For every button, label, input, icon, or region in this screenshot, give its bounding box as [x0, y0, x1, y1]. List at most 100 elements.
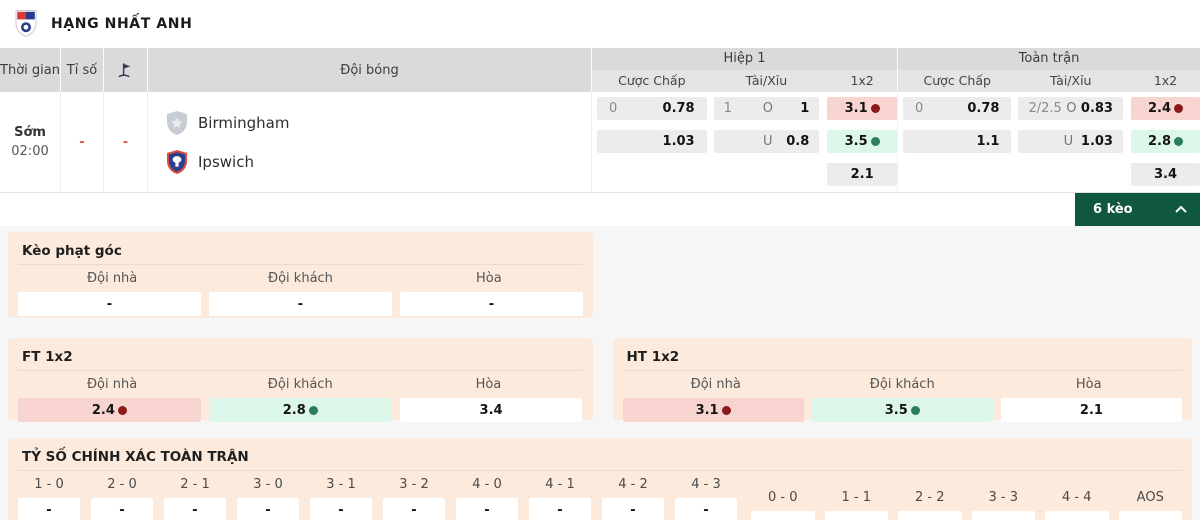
ht-away-header: Đội khách: [869, 377, 935, 392]
score-odds-4-2[interactable]: -: [602, 498, 664, 520]
score-odds-4-0[interactable]: -: [456, 498, 518, 520]
score-odds-4-3[interactable]: -: [675, 498, 737, 520]
score-odds-2-1[interactable]: -: [164, 498, 226, 520]
score-odds-1-0[interactable]: -: [18, 498, 80, 520]
ht-section-home-odds[interactable]: 3.1: [622, 398, 804, 422]
ft-section-draw-odds[interactable]: 3.4: [399, 398, 583, 422]
ft-over-odds[interactable]: 2/2.5 O 0.83: [1018, 97, 1123, 120]
corner-home-odds[interactable]: -: [18, 292, 201, 316]
corner-flag-icon: [104, 48, 148, 92]
ht-section-away-price: 3.5: [884, 402, 908, 418]
ft-1x2-away-price: 2.8: [1147, 134, 1171, 149]
expand-strip: 6 kèo: [0, 193, 1200, 226]
home-dot-icon: [721, 405, 731, 415]
score-label: 4 - 0: [472, 477, 502, 492]
match-row: Sớm 02:00 - - Birmingham Ipswich 0 0.78 …: [0, 92, 1200, 193]
score-odds-3-2[interactable]: -: [383, 498, 445, 520]
score-label: 4 - 2: [618, 477, 648, 492]
score-odds-3-1[interactable]: -: [310, 498, 372, 520]
ft-under-odds[interactable]: U 1.03: [1018, 130, 1123, 153]
ft-handicap-odds-1[interactable]: 0 0.78: [903, 97, 1012, 120]
ht-home-header: Đội nhà: [690, 377, 741, 392]
score-odds-2-2[interactable]: -: [898, 511, 962, 520]
h1-over-odds[interactable]: 1 O 1: [713, 97, 820, 120]
ft-handicap-price-1: 0.78: [967, 101, 1000, 116]
away-team-row[interactable]: Ipswich: [166, 149, 289, 175]
h1-1x2-draw-odds[interactable]: 2.1: [827, 163, 897, 186]
corner-away-odds[interactable]: -: [209, 292, 392, 316]
score-label: 4 - 3: [691, 477, 721, 492]
h1-1x2-home-price: 3.1: [844, 101, 868, 116]
home-dot-icon: [870, 104, 880, 113]
ft-handicap-line-1: 0: [915, 101, 924, 116]
h1-1x2-home-odds[interactable]: 3.1: [827, 97, 897, 120]
ft-1x2-home-price: 2.4: [1147, 101, 1171, 116]
h1-under-odds[interactable]: U 0.8: [713, 130, 820, 153]
ft-1x2-home-odds[interactable]: 2.4: [1130, 97, 1200, 120]
ft-section-home-price: 2.4: [91, 402, 115, 418]
score-odds-3-3[interactable]: -: [971, 511, 1035, 520]
first-half-odds: 0 0.78 1.03 1 O 1 U 0.8 3.1 3.5 2.1: [592, 92, 897, 192]
score-odds-1-1[interactable]: -: [824, 511, 888, 520]
expand-odds-label: 6 kèo: [1093, 202, 1133, 217]
away-dot-icon: [870, 137, 880, 146]
ft-section-away-odds[interactable]: 2.8: [208, 398, 392, 422]
ft-under-price: 1.03: [1080, 134, 1113, 149]
score-label: AOS: [1136, 490, 1164, 505]
away-team-logo-icon: [166, 149, 188, 175]
subcol-1x2: 1x2: [850, 73, 874, 88]
score-label: 1 - 1: [841, 490, 872, 505]
ft-home-header: Đội nhà: [86, 377, 138, 392]
ht-section-home-price: 3.1: [695, 402, 719, 418]
expand-odds-button[interactable]: 6 kèo: [1075, 193, 1200, 226]
score-label: 3 - 2: [399, 477, 429, 492]
col-header-time: Thời gian: [0, 48, 61, 92]
corner-draw-odds[interactable]: -: [400, 292, 583, 316]
ft-handicap-odds-2[interactable]: 1.1: [903, 130, 1012, 153]
ft-section-home-odds[interactable]: 2.4: [18, 398, 201, 422]
h1-over-price: 1: [800, 101, 810, 116]
h1-handicap-odds-1[interactable]: 0 0.78: [597, 97, 707, 120]
ht-section-draw-odds[interactable]: 2.1: [1000, 398, 1183, 422]
ft-1x2-draw-price: 3.4: [1153, 167, 1177, 182]
away-dot-icon: [1174, 137, 1183, 146]
ft-under-label: U: [1063, 134, 1074, 149]
subcol-handicap: Cược Chấp: [618, 73, 686, 88]
away-dot-icon: [910, 405, 920, 415]
odds-table-header: Thời gian Tỉ số Đội bóng Hiệp 1 Cược Chấ…: [0, 48, 1200, 92]
score-label: 1 - 0: [34, 477, 64, 492]
h1-handicap-price-2: 1.03: [662, 134, 695, 149]
corner-odds-title: Kèo phạt góc: [18, 242, 583, 265]
score-odds-4-4[interactable]: -: [1045, 511, 1109, 520]
h1-over-label: O: [762, 101, 773, 116]
col-header-score: Tỉ số: [61, 48, 104, 92]
h1-1x2-draw-price: 2.1: [850, 167, 874, 182]
home-team-row[interactable]: Birmingham: [166, 110, 289, 136]
score-odds-3-0[interactable]: -: [237, 498, 299, 520]
ft-section-away-price: 2.8: [282, 402, 306, 418]
correct-score-title: TỶ SỐ CHÍNH XÁC TOÀN TRẬN: [18, 448, 1182, 471]
corner-draw-header: Hòa: [475, 271, 502, 286]
league-header: HẠNG NHẤT ANH: [0, 0, 1200, 48]
ft-away-header: Đội khách: [267, 377, 333, 392]
score-odds-aos[interactable]: -: [1118, 511, 1182, 520]
h1-handicap-line-1: 0: [609, 101, 618, 116]
home-dot-icon: [117, 405, 127, 415]
score-label: 4 - 1: [545, 477, 575, 492]
score-odds-0-0[interactable]: -: [751, 511, 815, 520]
ht-section-away-odds[interactable]: 3.5: [811, 398, 993, 422]
correct-score-draw-grid: 0 - 0 - 1 - 1 - 2 - 2 - 3 - 3 - 4 - 4 - AOS -: [751, 490, 1182, 520]
ft-draw-header: Hòa: [475, 377, 502, 392]
group-subcols-ft: Cược Chấp Tài/Xỉu 1x2: [898, 70, 1200, 92]
score-odds-4-1[interactable]: -: [529, 498, 591, 520]
h1-ou-line: 1: [723, 101, 732, 116]
ft-1x2-draw-odds[interactable]: 3.4: [1130, 163, 1200, 186]
score-odds-2-0[interactable]: -: [91, 498, 153, 520]
h1-under-label: U: [763, 134, 773, 149]
subcol-over-under: Tài/Xỉu: [1049, 73, 1092, 88]
h1-1x2-away-odds[interactable]: 3.5: [827, 130, 897, 153]
ht-draw-header: Hòa: [1075, 377, 1102, 392]
h1-handicap-odds-2[interactable]: 1.03: [597, 130, 707, 153]
ft-1x2-away-odds[interactable]: 2.8: [1130, 130, 1200, 153]
h1-handicap-price-1: 0.78: [662, 101, 695, 116]
